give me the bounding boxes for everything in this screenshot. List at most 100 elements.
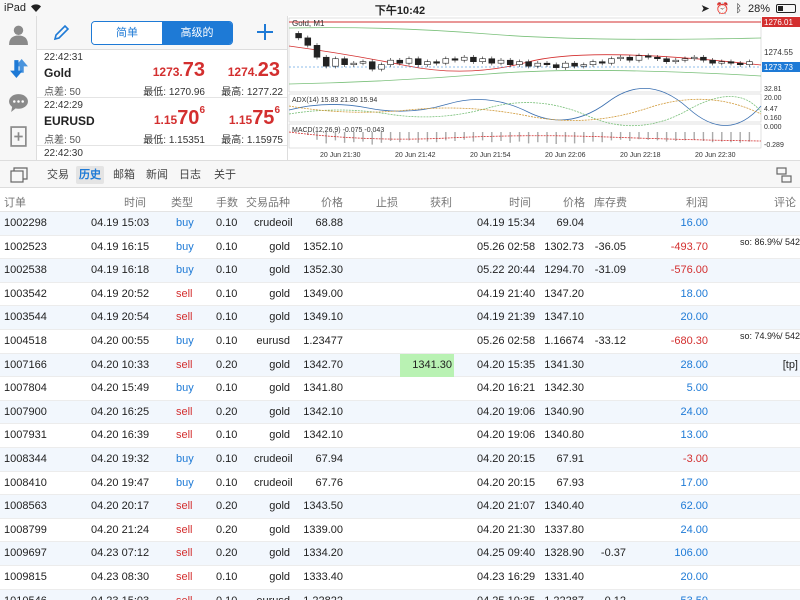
cell-open-time: 04.23 15:03	[91, 595, 149, 600]
quote-row-eurusd[interactable]: 22:42:29 EURUSD 点差: 50 1.15706 1.15756 最…	[37, 98, 287, 146]
cell-close-time: 04.25 09:40	[477, 547, 536, 560]
tab-journal[interactable]: 日志	[176, 166, 204, 184]
table-row[interactable]: 1002523 04.19 16:15 buy 0.10 gold 1352.10 05.2…	[0, 236, 800, 260]
table-row[interactable]: 1008410 04.20 19:47 buy 0.10 crudeoil 67.76 04…	[0, 472, 800, 496]
table-row[interactable]: 1009815 04.23 08:30 sell 0.10 gold 1333.40 04.…	[0, 566, 800, 590]
table-row[interactable]: 1007900 04.20 16:25 sell 0.20 gold 1342.10 04.…	[0, 400, 800, 425]
cell-order: 1003542	[4, 287, 47, 300]
alarm-icon: ⏰	[715, 3, 730, 15]
macd-tick-1: 0.160	[764, 115, 782, 122]
col-lots[interactable]: 手数	[216, 194, 238, 210]
cell-close-price: 1347.20	[544, 287, 584, 300]
cell-symbol: gold	[269, 429, 290, 442]
new-document-icon[interactable]	[8, 126, 29, 147]
quote-spread: 点差: 50	[44, 135, 81, 146]
tab-about[interactable]: 关于	[211, 166, 239, 184]
window-icon[interactable]	[10, 167, 28, 183]
table-row[interactable]: 1007166 04.20 10:33 sell 0.20 gold 1342.70 134…	[0, 353, 800, 378]
table-row[interactable]: 1007804 04.20 15:49 buy 0.10 gold 1341.80 04.2…	[0, 377, 800, 401]
table-row[interactable]: 1010546 04.23 15:03 sell 0.10 eurusd 1.22822 0…	[0, 589, 800, 600]
account-icon[interactable]	[8, 24, 29, 45]
chart-title: Gold, M1	[292, 19, 325, 28]
macd-label: MACD(12,26,9) -0.075 -0.043	[292, 127, 384, 134]
table-row[interactable]: 1008344 04.20 19:32 buy 0.10 crudeoil 67.94 04…	[0, 447, 800, 472]
table-row[interactable]: 1008799 04.20 21:24 sell 0.20 gold 1339.00 04.…	[0, 519, 800, 543]
col-tp[interactable]: 获利	[430, 194, 452, 210]
top-price-tag: 1276.01	[764, 18, 793, 27]
cell-profit: -680.30	[670, 334, 708, 347]
col-comment[interactable]: 评论	[774, 194, 796, 210]
tab-news[interactable]: 新闻	[143, 166, 171, 184]
cell-profit: -493.70	[670, 240, 708, 253]
cell-type: buy	[176, 217, 194, 229]
cell-type: sell	[176, 595, 193, 600]
time-label: 20 Jun 22:06	[545, 152, 586, 159]
add-symbol-icon[interactable]	[255, 22, 275, 42]
col-close-price[interactable]: 价格	[563, 194, 585, 210]
table-row[interactable]: 1002298 04.19 15:03 buy 0.10 crudeoil 68.88 04…	[0, 212, 800, 236]
tab-history[interactable]: 历史	[76, 166, 104, 184]
table-row[interactable]: 1009697 04.23 07:12 sell 0.20 gold 1334.20 04.…	[0, 542, 800, 566]
cell-close-price: 69.04	[556, 217, 584, 229]
chart-canvas[interactable]: Gold, M1 ADX(14) 15.83 21.80 15.94 MACD(…	[288, 16, 800, 160]
quote-bid[interactable]: 1.15706	[141, 105, 205, 130]
table-row[interactable]: 1007931 04.20 16:39 sell 0.10 gold 1342.10 04.…	[0, 424, 800, 448]
col-swap[interactable]: 库存费	[594, 194, 627, 210]
advanced-mode-button[interactable]: 高级的	[162, 22, 232, 44]
cell-close-price: 1.22287	[542, 595, 584, 600]
table-row[interactable]: 1004518 04.20 00:55 buy 0.10 eurusd 1.23477 05…	[0, 330, 800, 354]
quote-low: 最低: 1.15351	[143, 135, 205, 146]
quote-bid[interactable]: 1273.73	[141, 59, 205, 82]
cell-comment: [tp]	[782, 358, 798, 371]
trade-arrows-icon[interactable]	[8, 58, 29, 79]
cell-open-time: 04.19 16:15	[91, 240, 150, 253]
quote-row-gold[interactable]: 22:42:31 Gold 点差: 50 1273.73 1274.23 最低:…	[37, 50, 287, 98]
cell-profit: 62.00	[680, 500, 708, 513]
cell-price: 1333.40	[303, 570, 343, 583]
candle-body	[359, 61, 367, 64]
cell-price: 67.76	[315, 476, 343, 489]
col-profit[interactable]: 利润	[686, 194, 708, 210]
table-row[interactable]: 1003544 04.19 20:54 sell 0.10 gold 1349.10 04.…	[0, 306, 800, 330]
time-label: 20 Jun 22:18	[620, 152, 661, 159]
col-symbol[interactable]: 交易品种	[246, 194, 290, 210]
quote-ask[interactable]: 1274.23	[217, 59, 280, 82]
status-bar: iPad 下午10:42 ➤ ⏰ ᛒ 28%	[0, 0, 800, 17]
cell-symbol: gold	[269, 240, 290, 253]
chat-icon[interactable]	[8, 92, 29, 113]
cell-profit: -3.00	[682, 452, 708, 465]
col-open-time[interactable]: 时间	[124, 194, 146, 210]
quote-row-partial[interactable]: 22:42:30	[37, 146, 287, 160]
col-order[interactable]: 订单	[4, 194, 26, 210]
table-row[interactable]: 1003542 04.19 20:52 sell 0.10 gold 1349.00 04.…	[0, 283, 800, 307]
cell-lots: 0.20	[216, 405, 238, 418]
col-price[interactable]: 价格	[321, 194, 343, 210]
cell-profit: 24.00	[680, 405, 708, 418]
cell-lots: 0.10	[216, 240, 238, 253]
tab-mailbox[interactable]: 邮箱	[110, 166, 138, 184]
col-sl[interactable]: 止损	[376, 194, 398, 210]
candle-body	[451, 58, 459, 61]
col-type[interactable]: 类型	[171, 194, 193, 210]
table-row[interactable]: 1008563 04.20 20:17 sell 0.20 gold 1343.50 04.…	[0, 495, 800, 519]
cell-type: sell	[176, 547, 193, 560]
tab-trade[interactable]: 交易	[44, 166, 72, 184]
price-chart[interactable]: Gold, M1 ADX(14) 15.83 21.80 15.94 MACD(…	[287, 16, 800, 160]
col-close-time[interactable]: 时间	[509, 194, 531, 210]
table-row[interactable]: 1002538 04.19 16:18 buy 0.10 gold 1352.30 05.2…	[0, 259, 800, 283]
cell-order: 1007804	[4, 382, 47, 395]
candle-body	[709, 59, 716, 64]
quote-ask[interactable]: 1.15756	[217, 105, 280, 130]
cell-close-price: 1302.73	[544, 240, 584, 253]
cell-profit: 17.00	[680, 476, 708, 489]
cell-close-time: 04.19 15:34	[477, 217, 536, 229]
edit-icon[interactable]	[53, 23, 71, 41]
cell-lots: 0.10	[216, 429, 238, 442]
cell-profit: 20.00	[680, 570, 708, 583]
cell-close-price: 1331.40	[544, 570, 584, 583]
layout-toggle-icon[interactable]	[776, 167, 792, 183]
cell-lots: 0.10	[216, 382, 238, 395]
cell-profit: 53.50	[660, 595, 708, 600]
simple-mode-button[interactable]: 简单	[92, 22, 162, 44]
cell-order: 1008344	[4, 452, 47, 465]
